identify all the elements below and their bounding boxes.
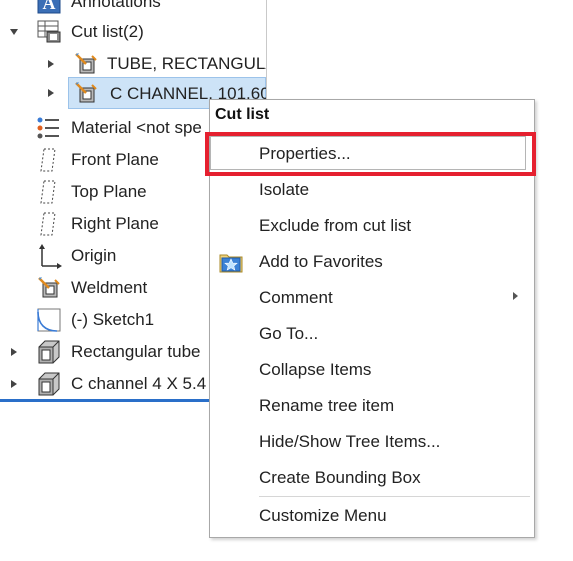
plane-icon xyxy=(35,178,63,206)
weldment-item-icon xyxy=(72,79,100,107)
menu-item-rename-tree-item[interactable]: Rename tree item xyxy=(210,388,534,424)
menu-item-label: Isolate xyxy=(259,180,310,199)
plane-icon xyxy=(35,146,63,174)
collapse-arrow-icon[interactable] xyxy=(46,59,56,69)
tree-item-label: Material <not spe xyxy=(71,118,202,137)
expand-arrow-icon[interactable] xyxy=(9,27,19,37)
menu-item-go-to[interactable]: Go To... xyxy=(210,316,534,352)
material-icon xyxy=(35,114,63,142)
context-menu: Cut list Properties... Isolate Exclude f… xyxy=(205,99,536,538)
tree-item-label: TUBE, RECTANGULA xyxy=(107,54,266,73)
weldment-item-icon xyxy=(72,50,100,78)
favorites-star-icon xyxy=(218,249,244,275)
menu-item-exclude-from-cut-list[interactable]: Exclude from cut list xyxy=(210,208,534,244)
collapse-arrow-icon[interactable] xyxy=(9,347,19,357)
menu-item-label: Go To... xyxy=(259,324,319,343)
tree-item-label: Top Plane xyxy=(71,182,147,201)
menu-item-label: Customize Menu xyxy=(259,506,387,525)
collapse-arrow-icon[interactable] xyxy=(9,379,19,389)
annotations-icon: A xyxy=(35,0,63,16)
menu-item-label: Properties... xyxy=(259,144,351,163)
menu-item-label: Comment xyxy=(259,288,333,307)
tree-item-label: Rectangular tube xyxy=(71,342,201,361)
structural-member-icon xyxy=(35,338,63,366)
tree-item-label: Right Plane xyxy=(71,214,159,233)
menu-item-hide-show-tree-items[interactable]: Hide/Show Tree Items... xyxy=(210,424,534,460)
tree-item-tube-rectangular[interactable]: TUBE, RECTANGULA xyxy=(0,48,266,80)
tree-item-label: Weldment xyxy=(71,278,148,297)
tree-item-label: C channel 4 X 5.4 xyxy=(71,374,207,393)
menu-item-customize-menu[interactable]: Customize Menu xyxy=(210,498,534,534)
menu-item-properties[interactable]: Properties... xyxy=(205,132,536,176)
tree-item-label: Origin xyxy=(71,246,117,265)
tree-item-label: (-) Sketch1 xyxy=(71,310,155,329)
context-menu-header: Cut list xyxy=(215,106,270,123)
tree-item-label: Front Plane xyxy=(71,150,159,169)
collapse-arrow-icon[interactable] xyxy=(46,88,56,98)
svg-text:A: A xyxy=(43,0,56,13)
menu-item-create-bounding-box[interactable]: Create Bounding Box xyxy=(210,460,534,496)
menu-item-label: Exclude from cut list xyxy=(259,216,412,235)
origin-icon xyxy=(35,242,63,270)
menu-item-label: Rename tree item xyxy=(259,396,395,415)
menu-item-label: Create Bounding Box xyxy=(259,468,421,487)
weldment-icon xyxy=(35,274,63,302)
structural-member-icon xyxy=(35,370,63,398)
menu-item-comment[interactable]: Comment xyxy=(210,280,534,316)
menu-item-label: Collapse Items xyxy=(259,360,372,379)
menu-item-add-to-favorites[interactable]: Add to Favorites xyxy=(210,244,534,280)
menu-item-label: Add to Favorites xyxy=(259,252,383,271)
highlight-outline xyxy=(205,132,536,176)
tree-item-label: Annotations xyxy=(71,0,161,11)
menu-item-isolate[interactable]: Isolate xyxy=(210,172,534,208)
menu-item-label: Hide/Show Tree Items... xyxy=(259,432,441,451)
menu-separator xyxy=(259,496,530,497)
menu-item-collapse-items[interactable]: Collapse Items xyxy=(210,352,534,388)
plane-icon xyxy=(35,210,63,238)
tree-item-label: Cut list(2) xyxy=(71,22,144,41)
cut-list-icon xyxy=(35,18,63,46)
submenu-arrow-icon xyxy=(513,292,518,300)
sketch-icon xyxy=(35,306,63,334)
tree-item-cut-list[interactable]: Cut list(2) xyxy=(0,16,266,48)
